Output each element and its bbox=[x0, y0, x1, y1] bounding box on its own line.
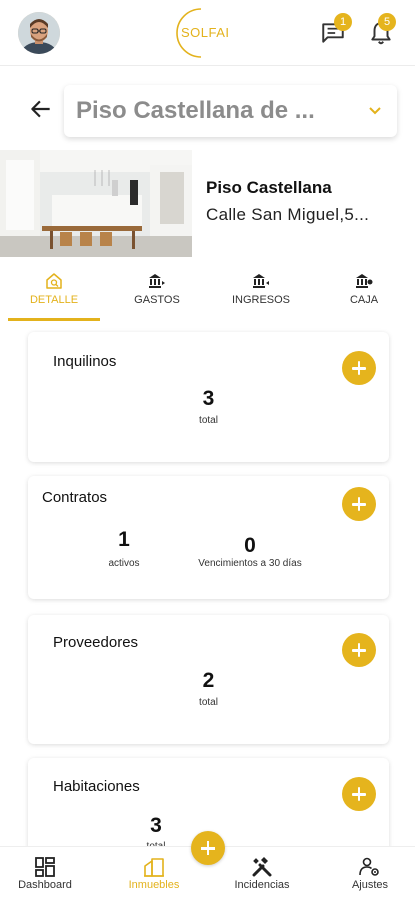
add-inquilino-button[interactable] bbox=[342, 351, 376, 385]
property-address: Calle San Miguel,5... bbox=[206, 205, 370, 224]
notifications-badge: 5 bbox=[378, 13, 396, 31]
nav-incidencias[interactable]: Incidencias bbox=[224, 847, 300, 900]
add-proveedor-button[interactable] bbox=[342, 633, 376, 667]
home-search-icon bbox=[46, 273, 62, 289]
bank-transfer-icon bbox=[356, 274, 373, 288]
vencimientos-count: 0 bbox=[244, 534, 256, 557]
bank-out-icon bbox=[149, 274, 165, 288]
habitaciones-count: 3 bbox=[150, 814, 162, 837]
vencimientos-label: Vencimientos a 30 días bbox=[198, 558, 302, 569]
user-settings-icon bbox=[359, 857, 379, 876]
inquilinos-label: total bbox=[199, 415, 218, 426]
nav-dashboard[interactable]: Dashboard bbox=[8, 847, 82, 900]
nav-ajustes[interactable]: Ajustes bbox=[336, 847, 404, 900]
inquilinos-count: 3 bbox=[202, 387, 215, 410]
card-inquilinos[interactable]: Inquilinos 3 total bbox=[28, 332, 389, 462]
nav-label: Ajustes bbox=[351, 879, 389, 891]
property-selector-value: Piso Castellana de ... bbox=[76, 97, 315, 124]
card-title: Habitaciones bbox=[53, 778, 140, 795]
property-photo bbox=[0, 150, 192, 257]
proveedores-count: 2 bbox=[202, 669, 215, 692]
property-name: Piso Castellana bbox=[206, 178, 332, 197]
card-title: Contratos bbox=[42, 489, 108, 506]
card-title: Inquilinos bbox=[53, 353, 117, 370]
nav-label: Incidencias bbox=[234, 879, 290, 891]
nav-label: Dashboard bbox=[18, 879, 72, 891]
card-title: Proveedores bbox=[53, 634, 139, 651]
proveedores-label: total bbox=[199, 697, 218, 708]
tab-gastos[interactable]: GASTOS bbox=[112, 264, 202, 322]
tab-label: INGRESOS bbox=[231, 294, 291, 306]
logo-text: SOLFAI bbox=[181, 25, 230, 40]
property-selector[interactable]: Piso Castellana de ... bbox=[64, 85, 397, 137]
messages-badge: 1 bbox=[334, 13, 352, 31]
property-tabs: DETALLE GASTOS INGRESOS CAJA bbox=[0, 264, 415, 322]
contratos-activos-label: activos bbox=[108, 558, 140, 569]
property-interior-image bbox=[0, 150, 192, 257]
tab-ingresos[interactable]: INGRESOS bbox=[216, 264, 306, 322]
add-habitacion-button[interactable] bbox=[342, 777, 376, 811]
tab-detalle[interactable]: DETALLE bbox=[10, 264, 98, 322]
tab-label: CAJA bbox=[349, 294, 379, 306]
tab-label: DETALLE bbox=[29, 294, 79, 306]
tools-icon bbox=[252, 857, 272, 877]
bank-in-icon bbox=[253, 274, 269, 288]
dashboard-icon bbox=[35, 857, 55, 877]
tab-label: GASTOS bbox=[134, 294, 180, 306]
contratos-activos-count: 1 bbox=[118, 528, 130, 551]
active-tab-indicator bbox=[8, 318, 100, 321]
building-icon bbox=[144, 858, 164, 877]
nav-inmuebles[interactable]: Inmuebles bbox=[118, 847, 190, 900]
add-contrato-button[interactable] bbox=[342, 487, 376, 521]
back-arrow-icon[interactable] bbox=[28, 96, 54, 122]
nav-label: Inmuebles bbox=[128, 879, 180, 891]
avatar[interactable] bbox=[18, 12, 60, 54]
floating-add-button[interactable] bbox=[191, 831, 225, 865]
card-proveedores[interactable]: Proveedores 2 total bbox=[28, 615, 389, 744]
tab-caja[interactable]: CAJA bbox=[326, 264, 402, 322]
avatar-photo bbox=[18, 12, 60, 54]
card-contratos[interactable]: Contratos 1 activos 0 Vencimientos a 30 … bbox=[28, 476, 389, 599]
top-bar: SOLFAI 1 5 bbox=[0, 0, 415, 66]
chevron-down-icon bbox=[369, 107, 381, 115]
